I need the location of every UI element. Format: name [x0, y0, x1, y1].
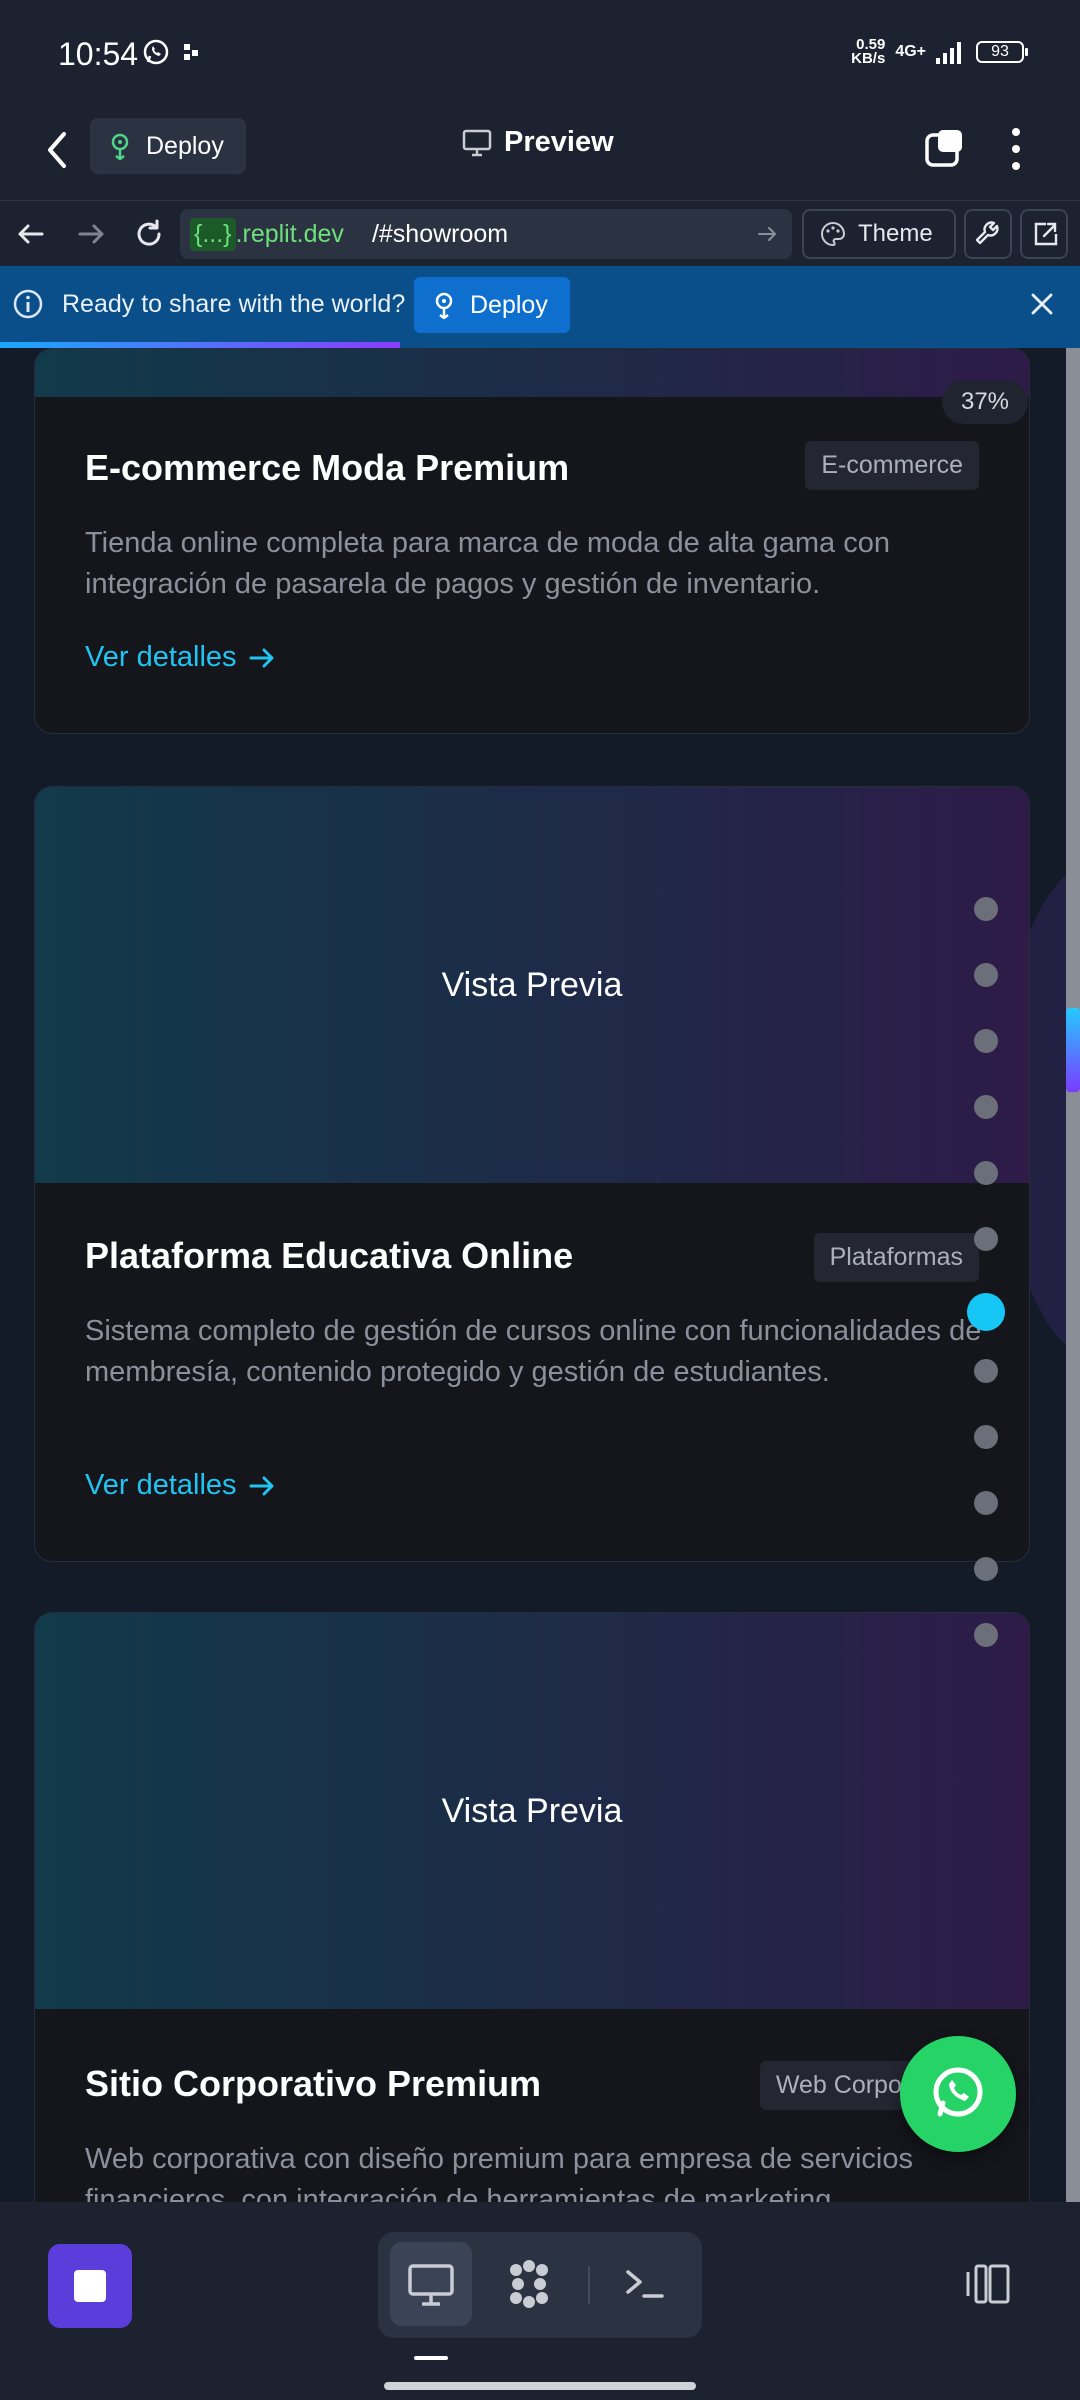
- agent-icon: [510, 2260, 548, 2308]
- app-notification-icon: [184, 44, 198, 60]
- section-dot[interactable]: [974, 1623, 998, 1647]
- arrow-right-icon[interactable]: [74, 217, 108, 251]
- scroll-percent-badge: 37%: [942, 380, 1028, 424]
- bottom-toolbar: [0, 2202, 1080, 2400]
- close-icon[interactable]: [1028, 290, 1056, 318]
- section-dot[interactable]: [974, 1425, 998, 1449]
- share-banner: Ready to share with the world? Deploy: [0, 266, 1080, 342]
- status-notification-icons: [142, 38, 202, 66]
- reload-icon[interactable]: [132, 217, 166, 251]
- tab-indicator: [414, 2356, 448, 2360]
- view-switcher: [378, 2232, 702, 2338]
- section-dot[interactable]: [974, 1227, 998, 1251]
- view-details-label: Ver detalles: [85, 641, 237, 673]
- app-header: Deploy Preview: [0, 100, 1080, 200]
- card-preview-label: Vista Previa: [441, 965, 623, 1004]
- share-deploy-label: Deploy: [470, 290, 548, 319]
- theme-button-label: Theme: [858, 220, 933, 247]
- deploy-icon: [435, 292, 453, 319]
- status-time: 10:54: [58, 36, 139, 72]
- view-details-link[interactable]: Ver detalles: [85, 641, 277, 674]
- deploy-button[interactable]: Deploy: [90, 118, 246, 174]
- scrollbar-thumb[interactable]: [1066, 1008, 1080, 1092]
- card-preview: [35, 349, 1029, 397]
- preview-tab[interactable]: [390, 2242, 472, 2326]
- whatsapp-icon: [933, 2067, 983, 2117]
- card-title: Sitio Corporativo Premium: [85, 2063, 542, 2104]
- project-card: Vista Previa Sitio Corporativo Premium W…: [34, 1612, 1030, 2202]
- card-title: E-commerce Moda Premium: [85, 447, 570, 488]
- card-tag: E-commerce: [805, 441, 979, 490]
- page-title-label: Preview: [504, 126, 614, 158]
- card-preview: Vista Previa: [35, 1613, 1029, 2009]
- section-dot[interactable]: [974, 1491, 998, 1515]
- deploy-button-label: Deploy: [146, 131, 224, 160]
- go-arrow-icon[interactable]: [756, 223, 778, 245]
- more-icon[interactable]: [1006, 124, 1026, 174]
- url-braces: {...}: [190, 217, 236, 251]
- whatsapp-notification-icon: [143, 39, 169, 65]
- project-card: E-commerce Moda Premium E-commerce Tiend…: [34, 348, 1030, 734]
- agent-tab[interactable]: [488, 2242, 570, 2326]
- card-tag: Plataformas: [813, 1233, 979, 1282]
- console-tab[interactable]: [604, 2242, 686, 2326]
- section-dot[interactable]: [967, 1293, 1005, 1331]
- terminal-icon: [626, 2270, 664, 2298]
- gesture-navigation-bar[interactable]: [384, 2382, 696, 2390]
- card-preview: Vista Previa: [35, 787, 1029, 1183]
- section-dot[interactable]: [974, 1161, 998, 1185]
- deploy-icon: [111, 133, 129, 160]
- card-description: Web corporativa con diseño premium para …: [85, 2143, 913, 2202]
- open-external-button[interactable]: [1020, 209, 1068, 259]
- card-preview-label: Vista Previa: [441, 1791, 623, 1830]
- arrow-right-icon: [249, 1476, 274, 1495]
- battery-indicator: 93: [976, 41, 1028, 63]
- share-deploy-button[interactable]: Deploy: [414, 277, 570, 333]
- url-host: .replit.dev: [235, 219, 344, 248]
- view-details-link[interactable]: Ver detalles: [85, 1469, 277, 1502]
- section-dot[interactable]: [974, 1557, 998, 1581]
- network-speed: 0.59 KB/s: [851, 36, 886, 67]
- section-dot[interactable]: [974, 897, 998, 921]
- devtools-button[interactable]: [964, 209, 1012, 259]
- project-card: Vista Previa Plataforma Educativa Online…: [34, 786, 1030, 1562]
- section-dots-nav: [967, 897, 1005, 1689]
- arrow-right-icon: [249, 648, 274, 667]
- card-description: Tienda online completa para marca de mod…: [85, 527, 890, 600]
- arrow-left-icon[interactable]: [14, 217, 48, 251]
- monitor-icon: [408, 2264, 454, 2306]
- scrollbar-track[interactable]: [1066, 348, 1080, 2202]
- browser-url-bar: {...} .replit.dev /#showroom Theme: [0, 200, 1080, 266]
- section-dot[interactable]: [974, 1359, 998, 1383]
- wrench-icon: [975, 221, 999, 245]
- status-system-icons: 0.59 KB/s 4G+ 93: [851, 36, 1028, 67]
- segment-divider: [588, 2266, 590, 2304]
- stop-button[interactable]: [48, 2244, 132, 2328]
- theme-button[interactable]: Theme: [802, 209, 956, 259]
- whatsapp-button[interactable]: [900, 2036, 1016, 2152]
- page-title: Preview: [462, 126, 614, 159]
- card-description: Sistema completo de gestión de cursos on…: [85, 1315, 982, 1388]
- signal-icon: [936, 42, 961, 64]
- status-bar: 10:54 0.59 KB/s 4G+ 93: [0, 0, 1080, 100]
- external-link-icon: [1034, 222, 1058, 246]
- split-view-icon[interactable]: [962, 2262, 1012, 2306]
- view-details-label: Ver detalles: [85, 1469, 237, 1501]
- monitor-icon: [462, 129, 492, 156]
- palette-icon: [821, 221, 846, 247]
- back-icon[interactable]: [38, 126, 78, 174]
- section-dot[interactable]: [974, 1029, 998, 1053]
- tabs-icon[interactable]: [924, 128, 964, 168]
- section-dot[interactable]: [974, 1095, 998, 1119]
- url-path: /#showroom: [371, 219, 509, 248]
- section-dot[interactable]: [974, 963, 998, 987]
- info-icon: [13, 289, 43, 319]
- card-title: Plataforma Educativa Online: [85, 1235, 574, 1276]
- network-type: 4G+: [895, 43, 926, 60]
- share-message: Ready to share with the world?: [62, 290, 406, 318]
- url-input[interactable]: {...} .replit.dev /#showroom: [180, 209, 792, 259]
